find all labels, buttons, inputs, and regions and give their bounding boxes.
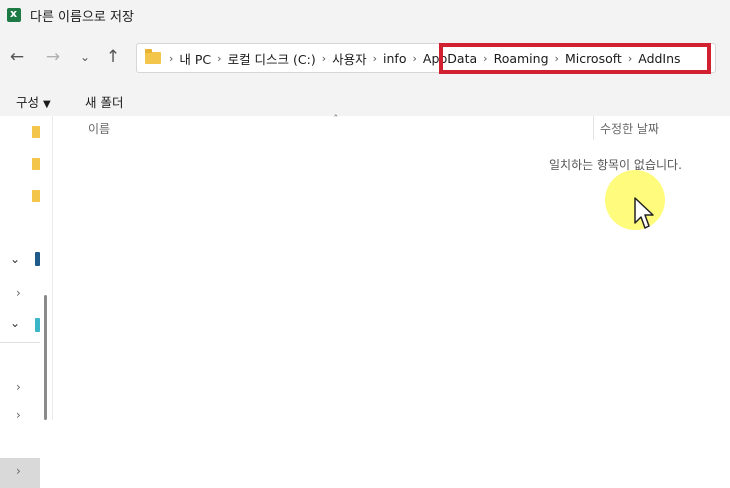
address-bar[interactable]: › 내 PC › 로컬 디스크 (C:) › 사용자 › info › AppD… <box>136 43 716 73</box>
pc-icon[interactable] <box>35 318 40 332</box>
chevron-right-icon[interactable]: › <box>481 52 489 65</box>
folder-icon <box>145 49 161 64</box>
organize-button[interactable]: 구성 ▼ <box>16 92 51 111</box>
file-list: 이름 ˆ 수정한 날짜 일치하는 항목이 없습니다. <box>53 113 730 420</box>
chevron-right-icon[interactable]: › <box>320 52 328 65</box>
breadcrumb-item[interactable]: AppData <box>419 51 481 66</box>
folder-icon[interactable] <box>32 190 40 202</box>
chevron-right-icon[interactable]: › <box>410 52 418 65</box>
column-header-modified[interactable]: 수정한 날짜 <box>600 120 659 137</box>
title-bar: 다른 이름으로 저장 <box>0 0 730 32</box>
selected-nav-item[interactable]: › <box>0 458 40 488</box>
nav-scrollbar[interactable] <box>44 295 47 420</box>
arrow-up-icon: ↑ <box>105 47 121 67</box>
arrow-left-icon: ← <box>9 47 25 67</box>
new-folder-button[interactable]: 새 폴더 <box>85 92 123 111</box>
back-button[interactable]: ← <box>6 46 28 68</box>
drive-icon[interactable] <box>35 252 40 266</box>
breadcrumb-item[interactable]: AddIns <box>634 51 684 66</box>
chevron-right-icon[interactable]: › <box>16 286 21 300</box>
forward-button[interactable]: → <box>42 46 64 68</box>
breadcrumb-item[interactable]: info <box>379 51 410 66</box>
column-header-name[interactable]: 이름 <box>88 120 110 137</box>
column-divider[interactable] <box>593 116 594 140</box>
organize-label: 구성 <box>16 95 40 110</box>
chevron-right-icon[interactable]: › <box>371 52 379 65</box>
folder-icon[interactable] <box>32 126 40 138</box>
sort-up-icon: ˆ <box>333 113 339 126</box>
chevron-right-icon[interactable]: › <box>16 380 21 394</box>
breadcrumb-item[interactable]: 사용자 <box>328 49 371 68</box>
chevron-right-icon[interactable]: › <box>215 52 223 65</box>
chevron-right-icon[interactable]: › <box>626 52 634 65</box>
breadcrumb: › 내 PC › 로컬 디스크 (C:) › 사용자 › info › AppD… <box>167 44 685 72</box>
window-title: 다른 이름으로 저장 <box>30 10 134 25</box>
chevron-down-icon[interactable]: ⌄ <box>10 316 20 330</box>
up-button[interactable]: ↑ <box>102 46 124 68</box>
empty-folder-message: 일치하는 항목이 없습니다. <box>549 158 682 172</box>
breadcrumb-item[interactable]: Roaming <box>490 51 553 66</box>
recent-locations-button[interactable]: ⌄ <box>74 46 96 68</box>
pane-divider <box>0 342 40 343</box>
folder-icon[interactable] <box>32 158 40 170</box>
mouse-pointer-icon <box>634 197 654 229</box>
breadcrumb-item[interactable]: Microsoft <box>561 51 626 66</box>
breadcrumb-item[interactable]: 내 PC <box>175 49 215 68</box>
caret-down-icon: ▼ <box>43 99 51 110</box>
chevron-right-icon[interactable]: › <box>553 52 561 65</box>
chevron-right-icon[interactable]: › <box>16 464 21 478</box>
chevron-down-icon: ⌄ <box>79 50 91 64</box>
chevron-right-icon[interactable]: › <box>167 52 175 65</box>
breadcrumb-item[interactable]: 로컬 디스크 (C:) <box>224 49 320 68</box>
arrow-right-icon: → <box>45 47 61 67</box>
excel-icon <box>7 7 21 22</box>
command-toolbar: 구성 ▼ 새 폴더 <box>0 84 730 116</box>
chevron-down-icon[interactable]: ⌄ <box>10 252 20 266</box>
